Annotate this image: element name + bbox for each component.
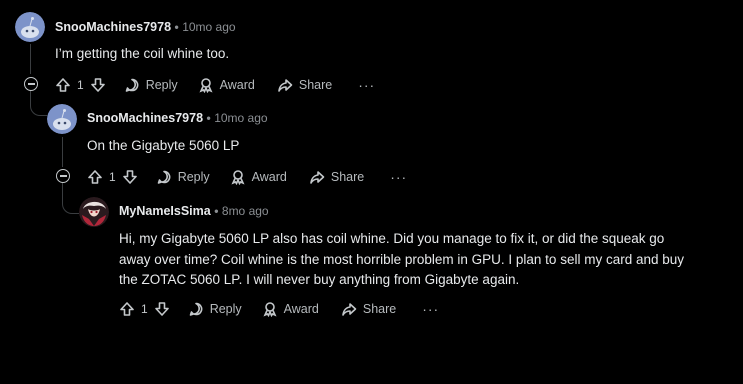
- vote-group: 1: [119, 301, 170, 317]
- award-label: Award: [219, 78, 255, 92]
- username-link[interactable]: SnooMachines7978: [87, 111, 203, 125]
- award-icon: [263, 302, 277, 317]
- share-label: Share: [362, 302, 397, 316]
- share-button[interactable]: Share: [341, 301, 396, 317]
- share-arrow-icon: [342, 303, 357, 316]
- share-label: Share: [298, 78, 333, 92]
- anime-avatar-icon: [79, 197, 109, 227]
- separator-dot: •: [206, 111, 211, 125]
- share-button[interactable]: Share: [277, 77, 332, 93]
- collapse-icon[interactable]: [24, 77, 38, 91]
- collapse-icon[interactable]: [56, 169, 70, 183]
- separator-dot: •: [214, 204, 219, 218]
- reply-label: Reply: [177, 170, 210, 184]
- comment-body: Hi, my Gigabyte 5060 LP also has coil wh…: [119, 229, 729, 291]
- more-options-icon[interactable]: ···: [390, 170, 407, 184]
- share-label: Share: [330, 170, 365, 184]
- vote-group: 1: [55, 77, 106, 93]
- upvote-icon[interactable]: [119, 301, 135, 317]
- comment-body-line: the ZOTAC 5060 LP. I will never buy anyt…: [119, 272, 520, 287]
- reply-button[interactable]: Reply: [188, 301, 242, 317]
- vote-count: 1: [77, 78, 84, 92]
- thread-line: [30, 44, 31, 74]
- thread-line: [62, 183, 79, 214]
- downvote-icon[interactable]: [154, 301, 170, 317]
- comment-header: SnooMachines7978 • 10mo ago: [55, 20, 236, 34]
- award-button[interactable]: Award: [230, 169, 287, 185]
- downvote-icon[interactable]: [122, 169, 138, 185]
- reply-button[interactable]: Reply: [124, 77, 178, 93]
- avatar[interactable]: [47, 104, 77, 134]
- comment-actions: 1 Reply Award Share ···: [55, 75, 375, 95]
- share-button[interactable]: Share: [309, 169, 364, 185]
- thread-line: [30, 91, 47, 116]
- share-arrow-icon: [310, 171, 325, 184]
- avatar[interactable]: [15, 12, 45, 42]
- username-link[interactable]: SnooMachines7978: [55, 20, 171, 34]
- reply-bubble-icon: [189, 302, 203, 316]
- award-icon: [231, 170, 245, 185]
- comment-header: MyNameIsSima • 8mo ago: [119, 204, 269, 218]
- award-button[interactable]: Award: [262, 301, 319, 317]
- upvote-icon[interactable]: [87, 169, 103, 185]
- comment-body: I’m getting the coil whine too.: [55, 46, 230, 61]
- vote-count: 1: [109, 170, 116, 184]
- award-icon: [199, 78, 213, 93]
- username-link[interactable]: MyNameIsSima: [119, 204, 211, 218]
- vote-count: 1: [141, 302, 148, 316]
- vote-group: 1: [87, 169, 138, 185]
- award-label: Award: [283, 302, 319, 316]
- share-arrow-icon: [278, 79, 293, 92]
- snoo-avatar-icon: [47, 104, 77, 134]
- award-button[interactable]: Award: [198, 77, 255, 93]
- reply-label: Reply: [209, 302, 242, 316]
- more-options-icon[interactable]: ···: [422, 302, 439, 316]
- downvote-icon[interactable]: [90, 77, 106, 93]
- more-options-icon[interactable]: ···: [358, 78, 375, 92]
- reply-label: Reply: [145, 78, 178, 92]
- upvote-icon[interactable]: [55, 77, 71, 93]
- reply-button[interactable]: Reply: [156, 169, 210, 185]
- comment-actions: 1 Reply Award Share ···: [87, 167, 407, 187]
- award-label: Award: [251, 170, 287, 184]
- avatar[interactable]: [79, 197, 109, 227]
- reply-bubble-icon: [125, 78, 139, 92]
- comment-actions: 1 Reply Award Share ···: [119, 299, 439, 319]
- separator-dot: •: [174, 20, 179, 34]
- comment-header: SnooMachines7978 • 10mo ago: [87, 111, 268, 125]
- thread-line: [62, 137, 63, 167]
- timestamp[interactable]: 10mo ago: [214, 111, 267, 125]
- timestamp[interactable]: 10mo ago: [182, 20, 235, 34]
- snoo-avatar-icon: [15, 12, 45, 42]
- comment-body-line: Hi, my Gigabyte 5060 LP also has coil wh…: [119, 231, 665, 246]
- timestamp[interactable]: 8mo ago: [222, 204, 269, 218]
- comment-body: On the Gigabyte 5060 LP: [87, 138, 240, 153]
- reply-bubble-icon: [157, 170, 171, 184]
- comment-body-line: away over time? Coil whine is the most h…: [119, 251, 684, 267]
